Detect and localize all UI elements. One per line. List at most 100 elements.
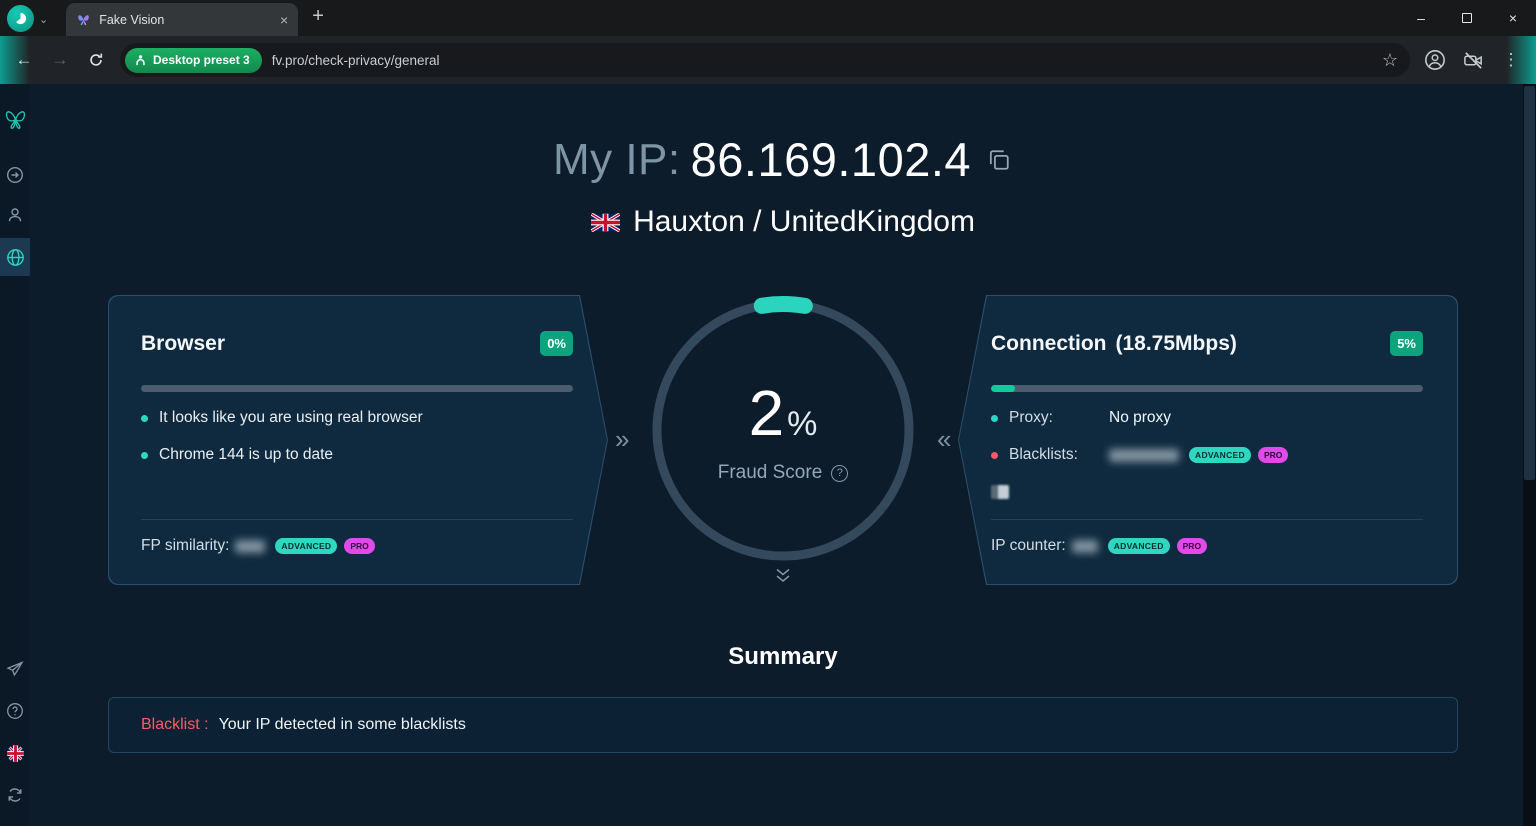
sidebar-item-sync[interactable] (0, 778, 30, 812)
pro-badge: PRO (344, 538, 374, 554)
browser-logo-button[interactable] (7, 5, 34, 32)
advanced-badge: ADVANCED (1189, 447, 1251, 463)
ip-counter-row: IP counter: ADVANCED PRO (991, 537, 1423, 555)
browser-menu-button[interactable]: ⋮ (1494, 43, 1528, 77)
gauge-center: 2 % Fraud Score ? (643, 290, 923, 570)
butterfly-logo-icon (3, 107, 28, 132)
preset-badge-label: Desktop preset 3 (153, 53, 250, 67)
connection-score-badge: 5% (1390, 331, 1423, 356)
blurred-value (1109, 449, 1179, 462)
sidebar-item-telegram[interactable] (0, 652, 30, 686)
sidebar-item-check-privacy[interactable] (0, 238, 30, 276)
proxy-value: No proxy (1109, 409, 1171, 427)
browser-panel: Browser 0% It looks like you are using r… (108, 295, 608, 585)
connection-progress-bar (991, 385, 1423, 392)
profile-icon (1424, 49, 1446, 71)
connection-panel-title: Connection (18.75Mbps) (991, 332, 1237, 356)
connection-panel: Connection (18.75Mbps) 5% Proxy: No prox… (958, 295, 1458, 585)
browser-check-text: Chrome 144 is up to date (159, 446, 333, 464)
fraud-score-label: Fraud Score (718, 462, 823, 484)
sync-icon (6, 786, 24, 804)
blacklists-label: Blacklists: (1009, 446, 1109, 464)
location-row: Hauxton / UnitedKingdom (30, 205, 1536, 239)
blacklists-dot (991, 452, 998, 459)
reload-button[interactable] (80, 44, 112, 76)
sidebar-logo-button[interactable] (0, 102, 30, 136)
summary-item-text: Your IP detected in some blacklists (219, 716, 466, 734)
browser-logo-icon (13, 11, 28, 26)
browser-panel-header: Browser 0% (141, 331, 573, 356)
connection-title-text: Connection (991, 332, 1107, 356)
browser-progress-bar (141, 385, 573, 392)
proxy-row: Proxy: No proxy (991, 409, 1423, 427)
question-circle-icon (6, 702, 24, 720)
ip-header: My IP: 86.169.102.4 (30, 132, 1536, 187)
url-text: fv.pro/check-privacy/general (272, 53, 1372, 68)
browser-toolbar: ← → Desktop preset 3 fv.pro/check-privac… (0, 36, 1536, 84)
check-dot (141, 452, 148, 459)
tab-title: Fake Vision (99, 13, 272, 27)
scroll-down-hint[interactable] (773, 567, 793, 589)
sidebar-item-profile[interactable] (0, 198, 30, 232)
advanced-badge: ADVANCED (1108, 538, 1170, 554)
fraud-score-label-row: Fraud Score ? (718, 462, 849, 484)
scrollbar-thumb[interactable] (1524, 86, 1535, 480)
tab-close-button[interactable]: × (280, 13, 288, 27)
browser-panel-expander[interactable]: » (615, 426, 629, 452)
fraud-score-value: 2 % (749, 376, 818, 450)
forward-button[interactable]: → (44, 44, 76, 76)
bookmark-star-icon[interactable]: ☆ (1382, 50, 1398, 71)
ip-counter-label: IP counter: (991, 537, 1066, 555)
advanced-badge: ADVANCED (275, 538, 337, 554)
fraud-score-unit: % (787, 405, 817, 444)
uk-flag-icon-location (591, 213, 620, 232)
main-content: My IP: 86.169.102.4 Hauxton / United (30, 84, 1536, 826)
blurred-value (1072, 540, 1098, 553)
check-dot (141, 415, 148, 422)
fraud-score-number: 2 (749, 376, 785, 450)
connection-panel-expander[interactable]: « (937, 426, 951, 452)
panels-row: Browser 0% It looks like you are using r… (108, 295, 1458, 587)
blacklist-flag-row (991, 485, 1423, 499)
maximize-icon (1462, 13, 1472, 23)
globe-icon (6, 248, 25, 267)
login-arrow-icon (6, 166, 24, 184)
paper-plane-icon (6, 660, 24, 678)
browser-check-row: Chrome 144 is up to date (141, 446, 573, 464)
summary-title: Summary (30, 643, 1536, 671)
preset-badge[interactable]: Desktop preset 3 (125, 48, 262, 73)
ip-value: 86.169.102.4 (691, 132, 971, 187)
fp-similarity-label: FP similarity: (141, 537, 229, 555)
copy-icon (985, 146, 1013, 174)
browser-score-badge: 0% (540, 331, 573, 356)
close-window-button[interactable]: × (1490, 0, 1536, 36)
new-tab-button[interactable]: + (312, 5, 324, 28)
blacklists-row: Blacklists: ADVANCED PRO (991, 446, 1423, 464)
connection-progress-fill (991, 385, 1015, 392)
blurred-image-icon (991, 485, 1009, 499)
fraud-score-gauge: 2 % Fraud Score ? (643, 290, 923, 570)
copy-ip-button[interactable] (985, 146, 1013, 174)
maximize-button[interactable] (1444, 0, 1490, 36)
profile-button[interactable] (1418, 43, 1452, 77)
uk-flag-round-svg (7, 745, 24, 762)
browser-dropdown-caret[interactable]: ⌄ (39, 13, 48, 26)
tab-strip: ⌄ Fake Vision × + – × (0, 0, 1536, 36)
sidebar-item-language[interactable] (0, 736, 30, 770)
my-ip-label: My IP: (553, 135, 681, 185)
page-scrollbar[interactable] (1523, 84, 1536, 826)
camera-off-icon (1463, 50, 1484, 71)
minimize-button[interactable]: – (1398, 0, 1444, 36)
summary-item-label: Blacklist : (141, 716, 209, 734)
sidebar-item-help[interactable] (0, 694, 30, 728)
camera-off-button[interactable] (1456, 43, 1490, 77)
connection-speed-text: (18.75Mbps) (1116, 332, 1237, 356)
reload-icon (87, 51, 105, 69)
tab-fake-vision[interactable]: Fake Vision × (66, 3, 298, 36)
uk-flag-svg (591, 213, 620, 232)
proxy-label: Proxy: (1009, 409, 1109, 427)
address-bar[interactable]: Desktop preset 3 fv.pro/check-privacy/ge… (120, 43, 1410, 77)
sidebar-item-login[interactable] (0, 158, 30, 192)
back-button[interactable]: ← (8, 44, 40, 76)
fraud-score-help-icon[interactable]: ? (831, 465, 848, 482)
